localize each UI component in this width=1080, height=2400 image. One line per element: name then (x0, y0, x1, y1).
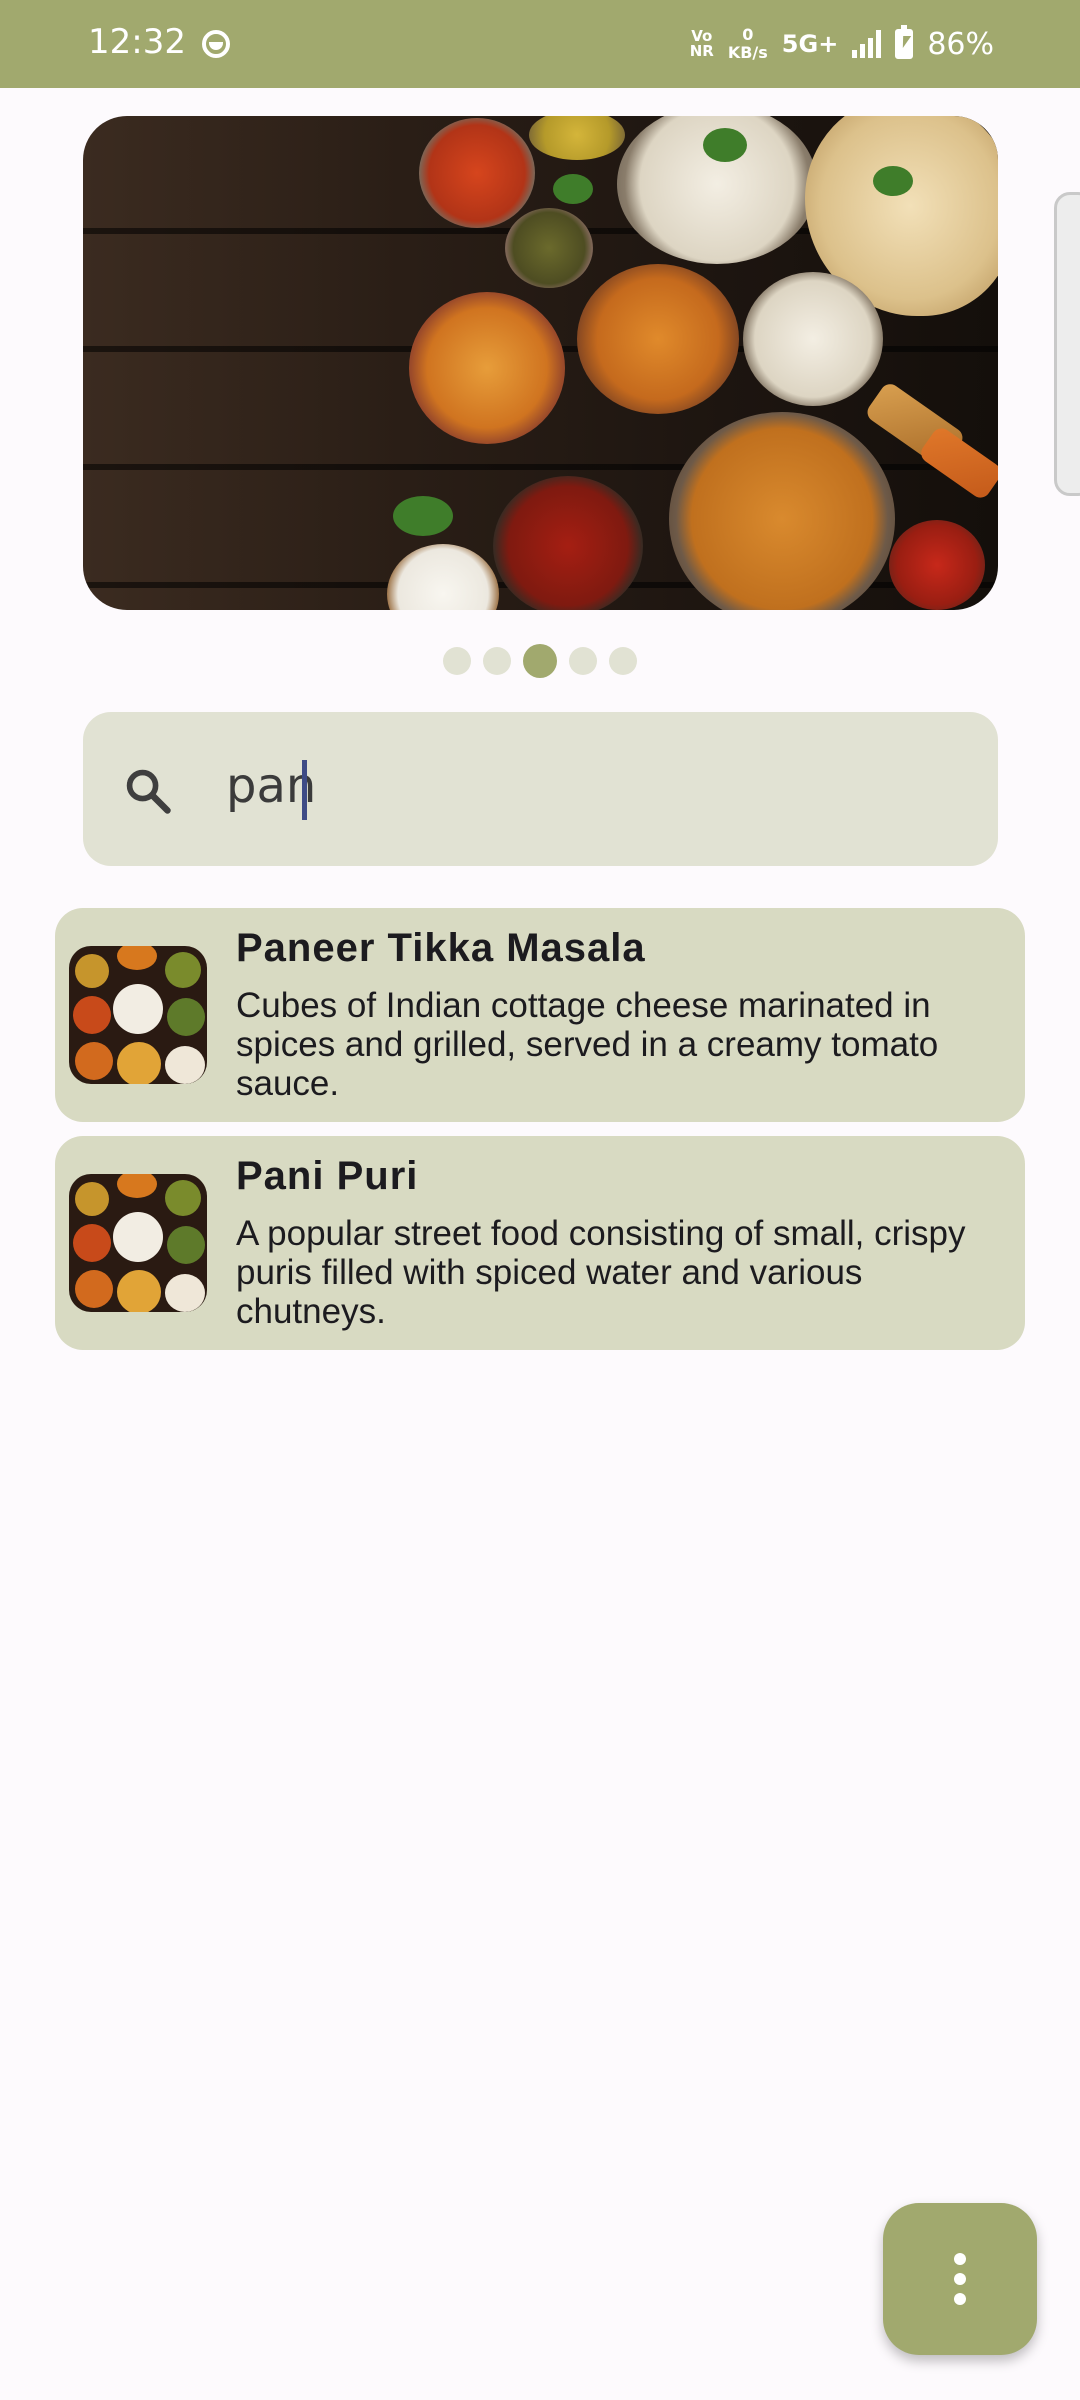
herb (873, 166, 913, 196)
notification-icon (202, 30, 230, 58)
result-card[interactable]: Pani Puri A popular street food consisti… (55, 1136, 1025, 1350)
signal-icon (852, 30, 882, 58)
status-icons: Vo NR 0 KB/s 5G+ 86% (690, 18, 994, 70)
butter-chicken-bowl (577, 264, 739, 414)
food-thumbnail (69, 946, 207, 1084)
network-speed-value: 0 (742, 25, 754, 44)
battery-percent: 86% (927, 26, 994, 62)
volte-bottom: NR (689, 42, 714, 60)
herb (703, 128, 747, 162)
result-description: Cubes of Indian cottage cheese marinated… (236, 986, 939, 1103)
herb (553, 174, 593, 204)
food-thumbnail (69, 1174, 207, 1312)
curry-bowl-large (669, 412, 895, 610)
battery-charging-icon (895, 25, 914, 59)
network-speed-unit: KB/s (727, 43, 768, 62)
status-bar: 12:32 Vo NR 0 KB/s 5G+ 86% (0, 0, 1080, 88)
carousel-dot[interactable] (569, 647, 597, 675)
lentil-bowl (505, 208, 593, 288)
network-speed: 0 KB/s (728, 26, 768, 62)
raita-bowl (387, 544, 499, 610)
result-description: A popular street food consisting of smal… (236, 1214, 966, 1331)
carousel-dot[interactable] (443, 647, 471, 675)
search-icon[interactable] (122, 765, 174, 817)
herb (393, 496, 453, 536)
carousel-dot[interactable] (523, 644, 557, 678)
more-vert-icon (954, 2253, 966, 2305)
result-title: Pani Puri (236, 1154, 419, 1198)
more-options-button[interactable] (883, 2203, 1037, 2355)
result-card[interactable]: Paneer Tikka Masala Cubes of Indian cott… (55, 908, 1025, 1122)
sauce-bowl (889, 520, 985, 610)
carousel-dot[interactable] (483, 647, 511, 675)
status-time: 12:32 (88, 22, 186, 62)
dal-bowl (529, 116, 625, 160)
text-cursor (302, 760, 307, 820)
rice-bowl-small (743, 272, 883, 406)
volte-indicator: Vo NR (690, 29, 714, 59)
carousel-dot[interactable] (609, 647, 637, 675)
indian-food-spread-image[interactable] (83, 116, 998, 610)
chutney-bowl (493, 476, 643, 610)
result-title: Paneer Tikka Masala (236, 926, 646, 970)
side-panel-handle[interactable] (1054, 192, 1080, 496)
carousel-indicator (0, 644, 1080, 678)
paneer-bowl (409, 292, 565, 444)
search-input[interactable] (226, 758, 926, 814)
network-type: 5G+ (781, 30, 839, 58)
spice-bowl (419, 118, 535, 228)
